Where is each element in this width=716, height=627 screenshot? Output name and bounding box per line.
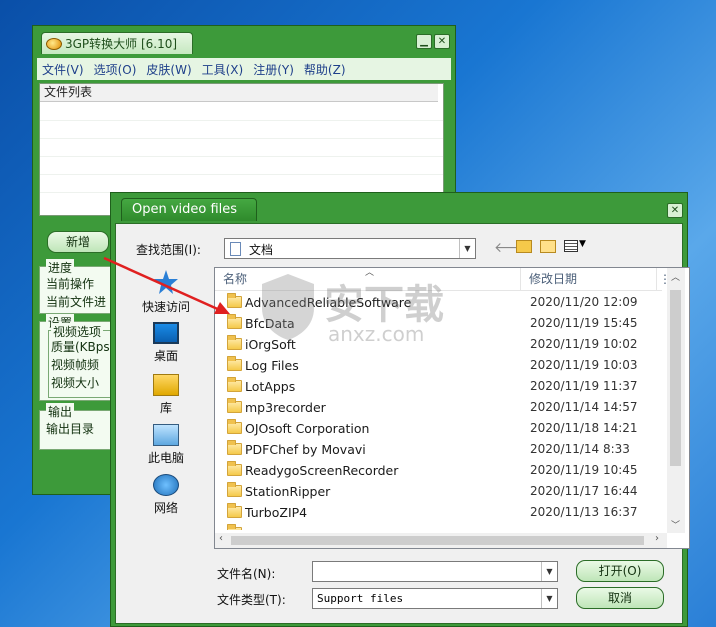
annotation-arrow: [103, 256, 230, 314]
arrow-line: [103, 256, 223, 313]
